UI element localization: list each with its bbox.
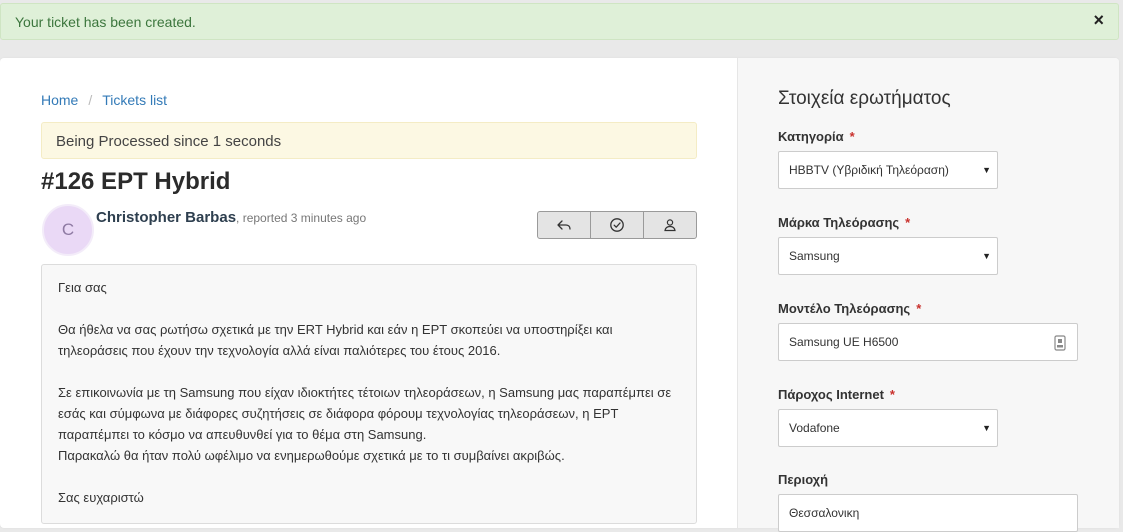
resolve-button[interactable]	[591, 212, 644, 238]
isp-label: Πάροχος Internet *	[778, 387, 895, 402]
alert-message: Your ticket has been created.	[15, 14, 196, 30]
model-input[interactable]: Samsung UE H6500	[778, 323, 1078, 361]
status-banner: Being Processed since 1 seconds	[41, 122, 697, 159]
caret-down-icon: ▼	[982, 423, 991, 433]
reply-button[interactable]	[538, 212, 591, 238]
category-value: HBBTV (Υβριδική Τηλεόραση)	[789, 163, 949, 177]
model-label: Μοντέλο Τηλεόρασης *	[778, 301, 922, 316]
required-mark: *	[889, 387, 895, 402]
message-line: τηλεοράσεις που έχουν την τεχνολογία αλλ…	[58, 343, 501, 358]
form-field-icon	[1054, 335, 1066, 351]
message-line: Σε επικοινωνία με τη Samsung που είχαν ι…	[58, 385, 672, 400]
reported-meta: , reported 3 minutes ago	[236, 211, 367, 225]
column-divider	[737, 58, 738, 528]
caret-down-icon: ▼	[982, 165, 991, 175]
reply-icon	[557, 220, 571, 230]
required-mark: *	[849, 129, 855, 144]
message-signoff: Σας ευχαριστώ	[58, 490, 144, 505]
ticket-title: #126 ΕΡΤ Hybrid	[41, 168, 231, 195]
message-line: εσάς και σύμφωνα με διάφορες συζητήσεις …	[58, 406, 619, 421]
author-name[interactable]: Christopher Barbas	[96, 209, 236, 226]
category-select[interactable]: HBBTV (Υβριδική Τηλεόραση) ▼	[778, 151, 998, 189]
breadcrumb: Home / Tickets list	[41, 92, 167, 108]
author-line: Christopher Barbas, reported 3 minutes a…	[96, 209, 366, 226]
isp-select[interactable]: Vodafone ▼	[778, 409, 998, 447]
user-icon	[664, 219, 676, 232]
ticket-actions	[537, 211, 697, 239]
region-label: Περιοχή	[778, 472, 829, 487]
brand-select[interactable]: Samsung ▼	[778, 237, 998, 275]
model-value: Samsung UE H6500	[789, 335, 899, 349]
message-greeting: Γεια σας	[58, 280, 107, 295]
ticket-message: Γεια σας Θα ήθελα να σας ρωτήσω σχετικά …	[41, 264, 697, 524]
breadcrumb-tickets-link[interactable]: Tickets list	[102, 92, 167, 108]
brand-label: Μάρκα Τηλεόρασης *	[778, 215, 911, 230]
breadcrumb-separator: /	[88, 92, 93, 108]
close-icon[interactable]: ×	[1093, 10, 1104, 31]
assign-button[interactable]	[644, 212, 696, 238]
avatar: C	[42, 204, 94, 256]
region-input[interactable]: Θεσσαλονικη	[778, 494, 1078, 532]
caret-down-icon: ▼	[982, 251, 991, 261]
required-mark: *	[905, 215, 911, 230]
brand-value: Samsung	[789, 249, 840, 263]
message-line: παραπέμπει το κόσμο να απευθυνθεί για το…	[58, 427, 427, 442]
check-circle-icon	[610, 218, 624, 232]
success-alert: Your ticket has been created. ×	[0, 3, 1119, 40]
message-line: Παρακαλώ θα ήταν πολύ ωφέλιμο να ενημερω…	[58, 448, 565, 463]
category-label: Κατηγορία *	[778, 129, 855, 144]
required-mark: *	[916, 301, 922, 316]
isp-value: Vodafone	[789, 421, 840, 435]
sidebar-title: Στοιχεία ερωτήματος	[778, 88, 951, 109]
breadcrumb-home-link[interactable]: Home	[41, 92, 78, 108]
message-line: Θα ήθελα να σας ρωτήσω σχετικά με την ER…	[58, 322, 613, 337]
